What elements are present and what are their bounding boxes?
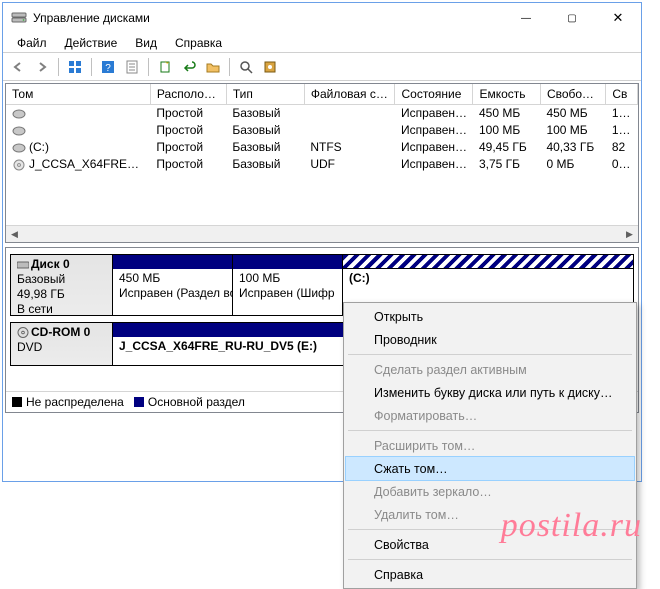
col-capacity[interactable]: Емкость (473, 84, 540, 105)
cm-help[interactable]: Справка (346, 563, 634, 586)
cm-properties[interactable]: Свойства (346, 533, 634, 556)
col-status[interactable]: Состояние (395, 84, 473, 105)
menu-action[interactable]: Действие (57, 34, 126, 52)
forward-icon[interactable] (31, 56, 53, 78)
cm-change-letter[interactable]: Изменить букву диска или путь к диску… (346, 381, 634, 404)
horizontal-scrollbar[interactable]: ◀ ▶ (6, 225, 638, 242)
table-row[interactable]: (C:) Простой Базовый NTFS Исправен… 49,4… (6, 139, 638, 156)
cdrom-header[interactable]: CD-ROM 0 DVD (10, 322, 112, 366)
cm-separator (348, 559, 632, 560)
partition-stripe (113, 255, 232, 269)
cm-extend: Расширить том… (346, 434, 634, 457)
cm-explorer[interactable]: Проводник (346, 328, 634, 351)
disk-header[interactable]: Диск 0 Базовый 49,98 ГБ В сети (10, 254, 112, 316)
legend-swatch-black (12, 397, 22, 407)
window-controls: — ▢ ✕ (503, 3, 641, 33)
toolbar-separator (229, 58, 230, 76)
scroll-left-icon[interactable]: ◀ (6, 226, 23, 243)
folder-icon[interactable] (202, 56, 224, 78)
table-row[interactable]: Простой Базовый Исправен… 100 МБ 100 МБ … (6, 122, 638, 139)
col-fs[interactable]: Файловая с… (304, 84, 395, 105)
partition-status: Исправен (Раздел восс (119, 286, 226, 301)
toolbar-separator (148, 58, 149, 76)
help-icon[interactable]: ? (97, 56, 119, 78)
column-headers[interactable]: Том Располо… Тип Файловая с… Состояние Е… (6, 84, 638, 105)
cm-activate: Сделать раздел активным (346, 358, 634, 381)
disk-size: 49,98 ГБ (17, 287, 106, 302)
properties-icon[interactable] (121, 56, 143, 78)
legend-primary: Основной раздел (134, 395, 245, 409)
col-type[interactable]: Тип (226, 84, 304, 105)
cm-separator (348, 430, 632, 431)
cm-mirror: Добавить зеркало… (346, 480, 634, 503)
partition-stripe (233, 255, 342, 269)
maximize-button[interactable]: ▢ (549, 3, 595, 33)
legend-unallocated: Не распределена (12, 395, 124, 409)
list-filler (6, 173, 638, 226)
disc-icon (12, 159, 26, 171)
legend-swatch-navy (134, 397, 144, 407)
col-layout[interactable]: Располо… (150, 84, 226, 105)
close-button[interactable]: ✕ (595, 3, 641, 33)
menu-file[interactable]: Файл (9, 34, 55, 52)
context-menu: Открыть Проводник Сделать раздел активны… (343, 302, 637, 589)
titlebar-title: Управление дисками (33, 11, 503, 25)
cdrom-type: DVD (17, 340, 106, 355)
partition-1[interactable]: 450 МБ Исправен (Раздел восс (113, 255, 233, 315)
table-row[interactable]: J_CCSA_X64FRE_R… Простой Базовый UDF Исп… (6, 156, 638, 173)
disk-name: Диск 0 (17, 257, 106, 272)
partition-size: 100 МБ (239, 271, 336, 286)
minimize-button[interactable]: — (503, 3, 549, 33)
cm-separator (348, 529, 632, 530)
col-pct[interactable]: Св (606, 84, 638, 105)
search-icon[interactable] (235, 56, 257, 78)
partition-label: (C:) (349, 271, 627, 286)
app-icon (11, 10, 27, 26)
undo-icon[interactable] (178, 56, 200, 78)
volume-icon (12, 108, 26, 120)
new-icon[interactable] (154, 56, 176, 78)
toolbar-separator (91, 58, 92, 76)
menu-view[interactable]: Вид (127, 34, 165, 52)
settings-icon[interactable] (259, 56, 281, 78)
cm-shrink[interactable]: Сжать том… (346, 457, 634, 480)
cm-format: Форматировать… (346, 404, 634, 427)
titlebar[interactable]: Управление дисками — ▢ ✕ (3, 3, 641, 33)
svg-text:?: ? (105, 63, 111, 74)
partition-size: 450 МБ (119, 271, 226, 286)
table-row[interactable]: Простой Базовый Исправен… 450 МБ 450 МБ … (6, 105, 638, 122)
col-free[interactable]: Свобод… (540, 84, 605, 105)
back-icon[interactable] (7, 56, 29, 78)
menubar: Файл Действие Вид Справка (3, 33, 641, 53)
toolbar-separator (58, 58, 59, 76)
col-volume[interactable]: Том (6, 84, 150, 105)
partition-2[interactable]: 100 МБ Исправен (Шифр (233, 255, 343, 315)
volume-table: Том Располо… Тип Файловая с… Состояние Е… (6, 84, 638, 173)
volume-icon (12, 142, 26, 154)
cm-delete: Удалить том… (346, 503, 634, 526)
menu-help[interactable]: Справка (167, 34, 230, 52)
cm-open[interactable]: Открыть (346, 305, 634, 328)
disk-type: Базовый (17, 272, 106, 287)
volume-list-pane: Том Располо… Тип Файловая с… Состояние Е… (5, 83, 639, 243)
cm-separator (348, 354, 632, 355)
toolbar: ? (3, 53, 641, 81)
disk-state: В сети (17, 302, 106, 317)
partition-stripe (343, 255, 633, 269)
partition-status: Исправен (Шифр (239, 286, 336, 301)
cdrom-name: CD-ROM 0 (17, 325, 106, 340)
scroll-right-icon[interactable]: ▶ (621, 226, 638, 243)
grid-icon[interactable] (64, 56, 86, 78)
volume-icon (12, 125, 26, 137)
